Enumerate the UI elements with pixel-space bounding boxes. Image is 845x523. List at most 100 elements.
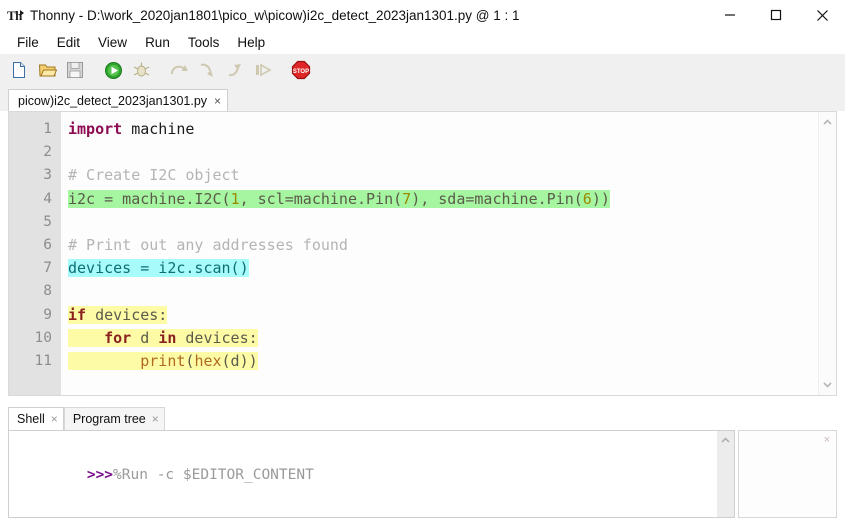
chevron-up-icon[interactable]	[717, 433, 734, 447]
stop-icon[interactable]: STOP	[290, 59, 312, 81]
line-number: 9	[43, 306, 52, 323]
code-line[interactable]: # Print out any addresses found	[61, 234, 818, 257]
highlighted-code-span: devices = i2c.scan()	[68, 259, 249, 278]
code-token: print	[140, 351, 186, 370]
line-number: 1	[43, 121, 52, 137]
menu-item-help[interactable]: Help	[228, 33, 274, 52]
shell-panel[interactable]: >>>%Run -c $EDITOR_CONTENT 0x60 >>>	[8, 430, 735, 518]
code-token: for	[104, 328, 132, 347]
bottom-tab-strip: Shell × Program tree ×	[0, 405, 845, 430]
menu-item-run[interactable]: Run	[136, 33, 179, 52]
window-title: Thonny - D:\work_2020jan1801\pico_w\pico…	[30, 7, 520, 23]
code-token: if	[68, 305, 87, 324]
editor-tab-close-icon[interactable]: ×	[214, 95, 221, 107]
open-file-icon[interactable]	[36, 59, 58, 81]
title-bar: Th Thonny - D:\work_2020jan1801\pico_w\p…	[0, 0, 845, 30]
code-area[interactable]: import machine # Create I2C object i2c = …	[61, 112, 818, 395]
code-line[interactable]: i2c = machine.I2C(1, scl=machine.Pin(7),…	[61, 188, 818, 211]
shell-line-command: >>>%Run -c $EDITOR_CONTENT	[17, 438, 717, 513]
highlighted-code-span: for d in devices:	[68, 328, 258, 347]
step-over-icon[interactable]	[168, 59, 190, 81]
chevron-up-icon[interactable]	[819, 114, 836, 130]
code-token: 6	[582, 189, 592, 208]
highlighted-code-span: print(hex(d))	[68, 351, 258, 370]
highlighted-code-span: if devices:	[68, 305, 168, 324]
shell-region: >>>%Run -c $EDITOR_CONTENT 0x60 >>> ×	[8, 430, 837, 518]
maximize-icon[interactable]	[753, 0, 799, 30]
side-panel-close-icon[interactable]: ×	[824, 435, 830, 446]
menu-item-file[interactable]: File	[8, 33, 48, 52]
editor-tab[interactable]: picow)i2c_detect_2023jan1301.py ×	[8, 89, 229, 111]
svg-text:STOP: STOP	[293, 69, 309, 75]
window-controls	[707, 0, 845, 30]
step-into-icon[interactable]	[196, 59, 218, 81]
shell-output[interactable]: >>>%Run -c $EDITOR_CONTENT 0x60 >>>	[9, 431, 717, 517]
tab-program-tree-close-icon[interactable]: ×	[152, 413, 159, 425]
resume-icon[interactable]	[252, 59, 274, 81]
shell-scrollbar[interactable]	[717, 431, 734, 517]
tab-program-tree-label: Program tree	[72, 412, 146, 426]
line-number: 6	[43, 236, 52, 253]
code-token: devices:	[176, 328, 258, 347]
code-token: # Create I2C object	[68, 166, 240, 185]
code-line[interactable]: if devices:	[61, 304, 818, 327]
code-line[interactable]: import machine	[61, 118, 818, 141]
menu-item-view[interactable]: View	[89, 33, 136, 52]
new-file-icon[interactable]	[8, 59, 30, 81]
run-icon[interactable]	[102, 59, 124, 81]
code-token: ), sda=machine.Pin(	[411, 189, 583, 208]
line-number: 10	[34, 329, 52, 346]
close-icon[interactable]	[799, 0, 845, 30]
code-token: machine	[122, 120, 195, 138]
code-token: devices = i2c.scan()	[68, 259, 249, 278]
toolbar: STOP	[0, 54, 845, 87]
code-line[interactable]: for d in devices:	[61, 327, 818, 350]
code-token: import	[68, 120, 123, 138]
line-number: 4	[43, 190, 52, 207]
tab-shell-close-icon[interactable]: ×	[51, 413, 58, 425]
editor-scrollbar[interactable]	[818, 112, 836, 395]
step-out-icon[interactable]	[224, 59, 246, 81]
code-line[interactable]	[61, 211, 818, 234]
shell-command-text: %Run -c $EDITOR_CONTENT	[113, 467, 314, 483]
debug-icon[interactable]	[130, 59, 152, 81]
highlighted-code-span: i2c = machine.I2C(1, scl=machine.Pin(7),…	[68, 189, 610, 208]
minimize-icon[interactable]	[707, 0, 753, 30]
tab-shell[interactable]: Shell ×	[8, 407, 64, 430]
shell-prompt: >>>	[86, 467, 114, 483]
menu-bar: File Edit View Run Tools Help	[0, 30, 845, 54]
chevron-down-icon[interactable]	[819, 377, 836, 393]
line-number: 2	[43, 144, 52, 161]
code-line[interactable]: devices = i2c.scan()	[61, 257, 818, 280]
code-line[interactable]	[61, 141, 818, 164]
code-token: ))	[591, 189, 610, 208]
line-number-gutter: 1 2 3 4 5 6 7 8 9 10 11	[9, 112, 61, 395]
code-token: i2c = machine.I2C(	[68, 189, 231, 208]
line-number: 7	[43, 260, 52, 277]
line-number: 5	[43, 213, 52, 230]
line-number: 8	[43, 283, 52, 300]
side-panel[interactable]: ×	[738, 430, 837, 518]
code-token: 7	[402, 189, 412, 208]
code-line[interactable]	[61, 280, 818, 303]
line-number: 3	[43, 167, 52, 184]
code-token: hex	[194, 351, 222, 370]
code-token: (d))	[221, 351, 258, 370]
code-token: 1	[230, 189, 240, 208]
code-token: # Print out any addresses found	[68, 235, 348, 254]
tab-shell-label: Shell	[17, 412, 45, 426]
code-editor[interactable]: 1 2 3 4 5 6 7 8 9 10 11 import machine # Create I2…	[8, 111, 837, 396]
tab-program-tree[interactable]: Program tree ×	[63, 407, 165, 430]
menu-item-tools[interactable]: Tools	[179, 33, 229, 52]
save-file-icon[interactable]	[64, 59, 86, 81]
code-token: devices:	[86, 305, 168, 324]
shell-line-output: 0x60	[17, 513, 717, 517]
code-line[interactable]: # Create I2C object	[61, 164, 818, 187]
editor-tab-strip: picow)i2c_detect_2023jan1301.py ×	[0, 87, 845, 111]
code-token: in	[158, 328, 177, 347]
code-token: , scl=machine.Pin(	[239, 189, 403, 208]
code-line[interactable]: print(hex(d))	[61, 350, 818, 373]
menu-item-edit[interactable]: Edit	[48, 33, 89, 52]
